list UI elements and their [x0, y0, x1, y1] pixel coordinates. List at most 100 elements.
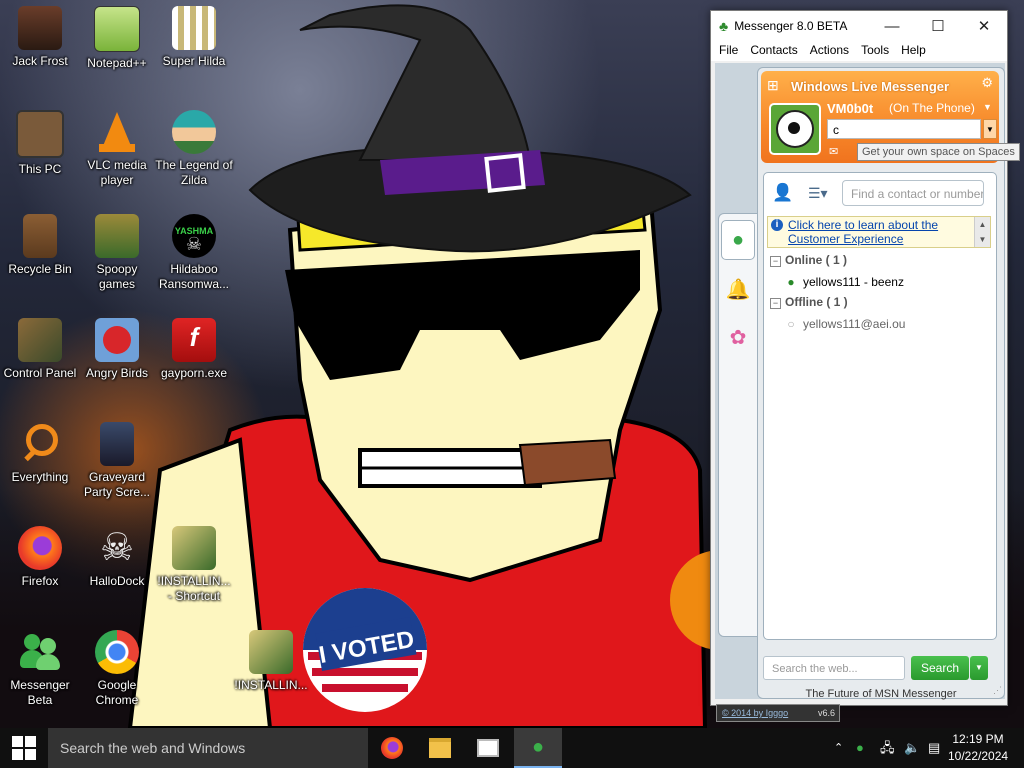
super-hilda-icon: [172, 6, 216, 50]
search-button[interactable]: Search: [911, 656, 969, 680]
group-online[interactable]: − Online ( 1 ): [770, 253, 847, 267]
buddy-icon: ●: [731, 228, 745, 251]
mail-icon[interactable]: ✉: [829, 145, 838, 158]
magnifier-icon: [18, 422, 62, 466]
desktop-icon-spoopy-games[interactable]: Spoopy games: [77, 210, 157, 292]
collapse-toggle-icon[interactable]: −: [770, 298, 781, 309]
tooltip: Get your own space on Spaces: [857, 143, 1020, 161]
contact-toolbar: 👤 ☰▾ Find a contact or number: [764, 173, 996, 213]
desktop-icon-gayporn-exe[interactable]: f gayporn.exe: [154, 314, 234, 381]
taskbar-messenger[interactable]: ●: [514, 728, 562, 768]
find-contact-input[interactable]: Find a contact or number: [842, 180, 984, 206]
window-title: Messenger 8.0 BETA: [734, 19, 848, 33]
main-panel: ⊞ Windows Live Messenger ⚙ VM0b0t (On Th…: [757, 67, 1020, 700]
desktop-icon-control-panel[interactable]: Control Panel: [0, 314, 80, 381]
group-offline[interactable]: − Offline ( 1 ): [770, 295, 848, 309]
maximize-button[interactable]: ☐: [915, 11, 961, 41]
taskbar-search[interactable]: Search the web and Windows: [48, 728, 368, 768]
collapse-toggle-icon[interactable]: −: [770, 256, 781, 267]
bell-icon: 🔔: [725, 278, 751, 301]
web-search-input[interactable]: Search the web...: [763, 656, 905, 680]
vlc-cone-icon: [95, 110, 139, 154]
firefox-icon: [18, 526, 62, 570]
jack-frost-icon: [18, 6, 62, 50]
resize-grip-icon[interactable]: ⋰: [993, 685, 1002, 696]
taskbar-file-explorer[interactable]: [416, 728, 464, 768]
system-clock[interactable]: 12:19 PM 10/22/2024: [948, 731, 1008, 765]
minimize-button[interactable]: —: [869, 11, 915, 41]
desktop-icon-firefox[interactable]: Firefox: [0, 522, 80, 589]
avatar[interactable]: [769, 103, 821, 155]
desktop-icon-graveyard-party[interactable]: Graveyard Party Scre...: [77, 418, 157, 500]
tab-fun[interactable]: ✿: [722, 318, 754, 356]
menu-file[interactable]: File: [719, 41, 744, 61]
messenger-buddies-icon: ●: [531, 735, 545, 758]
skull-icon: ☠: [99, 527, 135, 569]
desktop-icon-google-chrome[interactable]: Google Chrome: [77, 626, 157, 708]
soccer-ball-icon: [776, 110, 814, 148]
desktop-icon-hildaboo-ransomware[interactable]: YASHMA ☠ Hildaboo Ransomwa...: [154, 210, 234, 292]
desktop-icon-installing-shortcut[interactable]: !INSTALLIN... - Shortcut: [154, 522, 234, 604]
installer-shortcut-icon: [172, 526, 216, 570]
menu-contacts[interactable]: Contacts: [750, 41, 803, 61]
messenger-window[interactable]: ♣ Messenger 8.0 BETA — ☐ ✕ File Contacts…: [710, 10, 1020, 706]
search-dropdown[interactable]: ▼: [970, 656, 988, 680]
firefox-icon: [381, 737, 403, 759]
info-banner: i Click here to learn about the Customer…: [767, 216, 991, 248]
menu-tools[interactable]: Tools: [861, 41, 895, 61]
taskbar-firefox[interactable]: [368, 728, 416, 768]
display-name[interactable]: VM0b0t: [827, 101, 873, 116]
banner-scrollbar[interactable]: ▲ ▼: [974, 217, 990, 247]
network-icon[interactable]: 🖧: [880, 728, 895, 768]
start-button[interactable]: [0, 728, 48, 768]
notifications-icon[interactable]: ▤: [928, 728, 940, 768]
butterfly-icon: ✿: [729, 326, 747, 349]
windows-flag-icon: ⊞: [767, 77, 779, 93]
settings-icon[interactable]: ⚙: [981, 75, 993, 91]
menu-help[interactable]: Help: [901, 41, 932, 61]
volume-icon[interactable]: 🔈: [904, 728, 920, 768]
status-text[interactable]: (On The Phone): [889, 101, 975, 115]
contact-online[interactable]: ● yellows111 - beenz: [784, 275, 904, 289]
add-contact-icon[interactable]: 👤: [772, 183, 793, 203]
desktop-icon-angry-birds[interactable]: Angry Birds: [77, 314, 157, 381]
close-button[interactable]: ✕: [961, 11, 1007, 41]
tray-messenger-icon[interactable]: ●: [856, 728, 864, 768]
taskbar: Search the web and Windows ● ⌃ ● 🖧 🔈 ▤ 1…: [0, 728, 1024, 768]
view-options-icon[interactable]: ☰▾: [808, 185, 828, 202]
contact-offline[interactable]: ○ yellows111@aei.ou: [784, 317, 905, 331]
tray-overflow-icon[interactable]: ⌃: [834, 728, 843, 768]
messenger-app-icon: ♣: [719, 18, 729, 34]
personal-message-field[interactable]: c: [827, 119, 981, 139]
desktop-icon-legend-of-zilda[interactable]: The Legend of Zilda: [154, 106, 234, 188]
desktop-icon-messenger-beta[interactable]: Messenger Beta: [0, 626, 80, 708]
desktop-icon-super-hilda[interactable]: Super Hilda: [154, 2, 234, 69]
footer-text: The Future of MSN Messenger: [805, 688, 957, 700]
desktop-icon-vlc[interactable]: VLC media player: [77, 106, 157, 188]
online-buddy-icon: ●: [787, 275, 795, 289]
desktop-icon-installing[interactable]: !INSTALLIN...: [231, 626, 311, 693]
taskbar-window-app[interactable]: [464, 728, 512, 768]
contact-list-panel: 👤 ☰▾ Find a contact or number i Click he…: [763, 172, 997, 640]
brand-title: Windows Live Messenger: [791, 79, 950, 94]
desktop-icon-recycle-bin[interactable]: Recycle Bin: [0, 210, 80, 277]
tab-contacts[interactable]: ●: [721, 220, 755, 260]
menu-actions[interactable]: Actions: [810, 41, 855, 61]
status-dropdown-icon[interactable]: ▼: [983, 102, 992, 112]
desktop-icon-this-pc[interactable]: This PC: [0, 106, 80, 177]
profile-header: ⊞ Windows Live Messenger ⚙ VM0b0t (On Th…: [761, 71, 1020, 163]
installer-icon: [249, 630, 293, 674]
messenger-titlebar[interactable]: ♣ Messenger 8.0 BETA — ☐ ✕: [711, 11, 1007, 41]
desktop-icon-hallodock[interactable]: ☠ HalloDock: [77, 522, 157, 589]
customer-experience-link[interactable]: Click here to learn about the Customer E…: [788, 218, 968, 246]
tab-alerts[interactable]: 🔔: [722, 270, 754, 308]
personal-message-dropdown[interactable]: ▼: [983, 119, 997, 139]
desktop-icon-everything[interactable]: Everything: [0, 418, 80, 485]
desktop-icon-notepad-plus-plus[interactable]: Notepad++: [77, 2, 157, 71]
credit-text[interactable]: © 2014 by Igggo: [717, 708, 788, 718]
desktop-icon-jack-frost[interactable]: Jack Frost: [0, 2, 80, 69]
messenger-buddies-icon: [18, 630, 62, 674]
messenger-body: ● 🔔 ✿ ⊞ Windows Live Messenger ⚙ VM0b0t …: [715, 63, 1020, 700]
version-text: v6.6: [817, 708, 835, 718]
graveyard-icon: [100, 422, 134, 466]
